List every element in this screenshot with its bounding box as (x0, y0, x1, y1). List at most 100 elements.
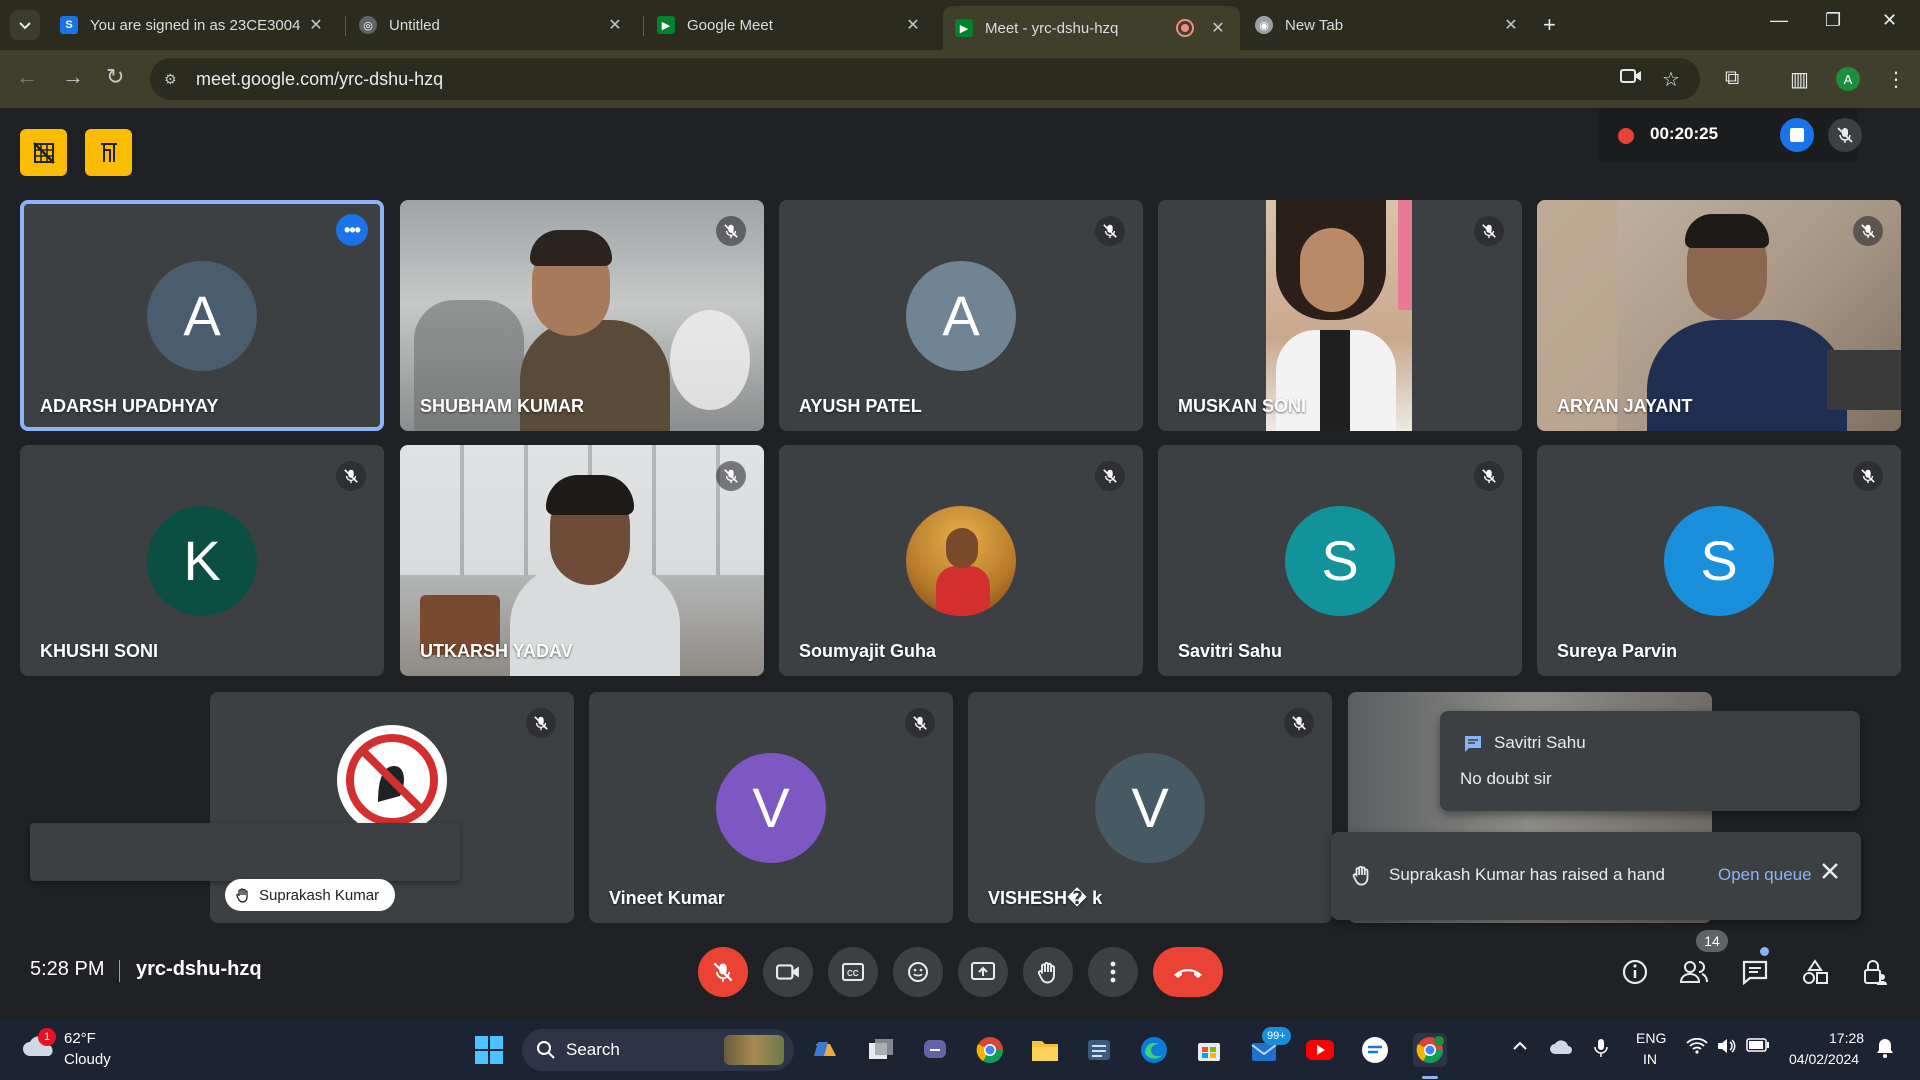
participant-tile[interactable]: S Sureya Parvin (1537, 445, 1901, 676)
microphone-tray-icon[interactable] (1594, 1038, 1608, 1063)
participant-tile[interactable]: K KHUSHI SONI (20, 445, 384, 676)
volume-icon[interactable] (1716, 1038, 1736, 1059)
teams-app-icon[interactable] (918, 1033, 952, 1067)
microsoft-store-icon[interactable] (1192, 1033, 1226, 1067)
captions-button[interactable]: CC (828, 947, 878, 997)
tab-meet-active[interactable]: ▶ Meet - yrc-dshu-hzq ✕ (943, 6, 1240, 50)
chrome-app-icon[interactable] (973, 1033, 1007, 1067)
battery-icon[interactable] (1746, 1038, 1770, 1057)
reactions-button[interactable] (893, 947, 943, 997)
clock-time[interactable]: 17:28 (1829, 1030, 1864, 1046)
reload-icon[interactable]: ↻ (106, 64, 124, 90)
microphone-toggle-button[interactable] (698, 947, 748, 997)
participant-tile[interactable]: A AYUSH PATEL (779, 200, 1143, 431)
mic-off-icon (1853, 216, 1883, 246)
recording-mic-off-icon[interactable] (1828, 118, 1862, 152)
copilot-app-icon[interactable] (809, 1033, 843, 1067)
app-icon-messenger[interactable] (1358, 1033, 1392, 1067)
meeting-details-button[interactable] (1617, 954, 1653, 990)
search-label: Search (566, 1040, 620, 1059)
participant-tile[interactable]: V VISHESH� k (968, 692, 1332, 923)
participant-tile[interactable]: ARYAN JAYANT (1537, 200, 1901, 431)
new-tab-button[interactable]: + (1543, 12, 1556, 38)
mic-off-icon (1474, 461, 1504, 491)
participant-tile[interactable]: V Vineet Kumar (589, 692, 953, 923)
no-grid-extension-button[interactable] (20, 129, 67, 176)
meet-favicon-icon: ▶ (955, 19, 973, 37)
onedrive-icon[interactable] (1550, 1038, 1574, 1061)
chat-notification[interactable]: Savitri Sahu No doubt sir (1440, 711, 1860, 811)
leave-call-button[interactable] (1153, 947, 1223, 997)
address-bar[interactable]: ⚙ meet.google.com/yrc-dshu-hzq ☆ (150, 58, 1700, 100)
avatar: V (716, 752, 826, 863)
taskbar-search[interactable]: Search (522, 1029, 794, 1071)
close-tab-icon[interactable]: ✕ (1208, 18, 1228, 38)
recording-timer: 00:20:25 (1650, 124, 1719, 143)
notifications-bell-icon[interactable] (1876, 1038, 1894, 1063)
more-options-button[interactable] (1088, 947, 1138, 997)
close-tab-icon[interactable]: ✕ (1501, 15, 1521, 35)
url-text[interactable]: meet.google.com/yrc-dshu-hzq (196, 69, 443, 90)
profile-avatar[interactable]: A (1836, 67, 1860, 91)
chrome-icon: ◉ (1255, 16, 1273, 34)
chrome-profile-app-icon[interactable] (1413, 1033, 1447, 1067)
edge-app-icon[interactable] (1137, 1033, 1171, 1067)
side-panel-icon[interactable]: ▥ (1790, 67, 1809, 92)
participant-tile[interactable]: UTKARSH YADAV (400, 445, 764, 676)
app-icon-calculator[interactable] (1082, 1033, 1116, 1067)
open-queue-link[interactable]: Open queue (1718, 865, 1812, 885)
close-window-icon[interactable]: ✕ (1882, 10, 1897, 31)
host-controls-button[interactable] (1857, 954, 1893, 990)
participant-tile[interactable]: S Savitri Sahu (1158, 445, 1522, 676)
chat-icon (1742, 960, 1768, 985)
participant-tile[interactable]: SHUBHAM KUMAR (400, 200, 764, 431)
tab-new-tab[interactable]: ◉ New Tab ✕ (1243, 8, 1533, 42)
stop-recording-button[interactable] (1780, 118, 1814, 152)
mail-app-icon[interactable]: 99+ (1248, 1027, 1291, 1067)
extensions-icon[interactable]: ⧉ (1725, 67, 1739, 90)
people-button[interactable] (1676, 954, 1712, 990)
raise-hand-button[interactable] (1023, 947, 1073, 997)
present-icon (971, 962, 995, 980)
file-explorer-icon[interactable] (1028, 1033, 1062, 1067)
site-info-icon[interactable]: ⚙ (164, 71, 184, 88)
wifi-icon[interactable] (1686, 1037, 1708, 1059)
chat-button[interactable] (1737, 954, 1773, 990)
close-icon[interactable] (1819, 860, 1841, 887)
hand-raised-name-chip[interactable]: Suprakash Kumar (225, 879, 396, 911)
browser-toolbar: ← → ↻ ⚙ meet.google.com/yrc-dshu-hzq ☆ ⧉… (0, 50, 1920, 108)
present-screen-button[interactable] (958, 947, 1008, 997)
more-options-button[interactable]: ••• (336, 214, 368, 246)
hand-icon (1037, 962, 1055, 984)
task-view-icon[interactable] (864, 1033, 898, 1067)
participant-tile[interactable]: MUSKAN SONI (1158, 200, 1522, 431)
participant-tile[interactable]: Soumyajit Guha (779, 445, 1143, 676)
raised-hand-text: Suprakash Kumar has raised a hand (1389, 865, 1665, 884)
more-menu-icon[interactable]: ⋮ (1886, 67, 1906, 92)
tab-untitled[interactable]: ◎ Untitled ✕ (347, 8, 637, 42)
youtube-app-icon[interactable] (1303, 1033, 1337, 1067)
start-button[interactable] (472, 1033, 506, 1067)
camera-toggle-button[interactable] (763, 947, 813, 997)
close-tab-icon[interactable]: ✕ (903, 15, 923, 35)
forward-icon[interactable]: → (62, 64, 84, 90)
show-hidden-icons-chevron-icon[interactable] (1512, 1038, 1528, 1056)
minimize-icon[interactable]: — (1770, 10, 1788, 31)
tab-signed-in[interactable]: S You are signed in as 23CE3004 ✕ (48, 8, 338, 42)
camera-in-use-icon[interactable] (1620, 67, 1642, 91)
restore-icon[interactable]: ❐ (1825, 10, 1841, 31)
tab-google-meet[interactable]: ▶ Google Meet ✕ (645, 8, 935, 42)
participant-name: Sureya Parvin (1557, 641, 1678, 661)
video-camera-icon (776, 964, 799, 980)
back-icon[interactable]: ← (16, 64, 38, 90)
participant-tile[interactable]: A ••• ADARSH UPADHYAY (20, 200, 384, 431)
close-tab-icon[interactable]: ✕ (306, 15, 326, 35)
bookmark-star-icon[interactable]: ☆ (1662, 67, 1680, 92)
clock-date[interactable]: 04/02/2024 (1789, 1051, 1859, 1067)
language-indicator[interactable]: ENG (1636, 1030, 1666, 1046)
close-tab-icon[interactable]: ✕ (605, 15, 625, 35)
tab-search-button[interactable] (10, 10, 40, 40)
tab-label: Untitled (389, 16, 440, 34)
activities-button[interactable] (1797, 954, 1833, 990)
attendance-extension-button[interactable] (85, 129, 132, 176)
